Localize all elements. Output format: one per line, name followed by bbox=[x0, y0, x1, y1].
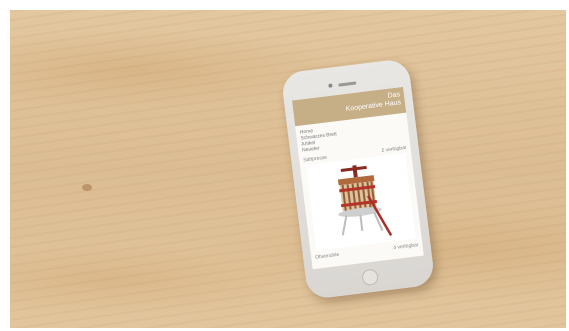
wood-knot bbox=[82, 184, 92, 191]
nav-menu: Home Schwarzes Brett Artikel Neueler bbox=[300, 125, 339, 153]
next-product-name: Obstmühle bbox=[314, 251, 340, 261]
phone-screen: Das Kooperative Haus Home Schwarzes Bret… bbox=[291, 86, 424, 270]
earpiece-speaker bbox=[338, 81, 357, 87]
home-button[interactable] bbox=[361, 268, 379, 287]
next-product-availability: 4 verfügbar bbox=[393, 242, 419, 252]
product-image[interactable] bbox=[305, 153, 416, 251]
wooden-table-background: Das Kooperative Haus Home Schwarzes Bret… bbox=[10, 10, 566, 328]
fruit-press-icon bbox=[337, 165, 393, 237]
smartphone: Das Kooperative Haus Home Schwarzes Bret… bbox=[280, 58, 436, 300]
app-header: Das Kooperative Haus bbox=[291, 86, 407, 127]
front-camera bbox=[328, 83, 333, 88]
